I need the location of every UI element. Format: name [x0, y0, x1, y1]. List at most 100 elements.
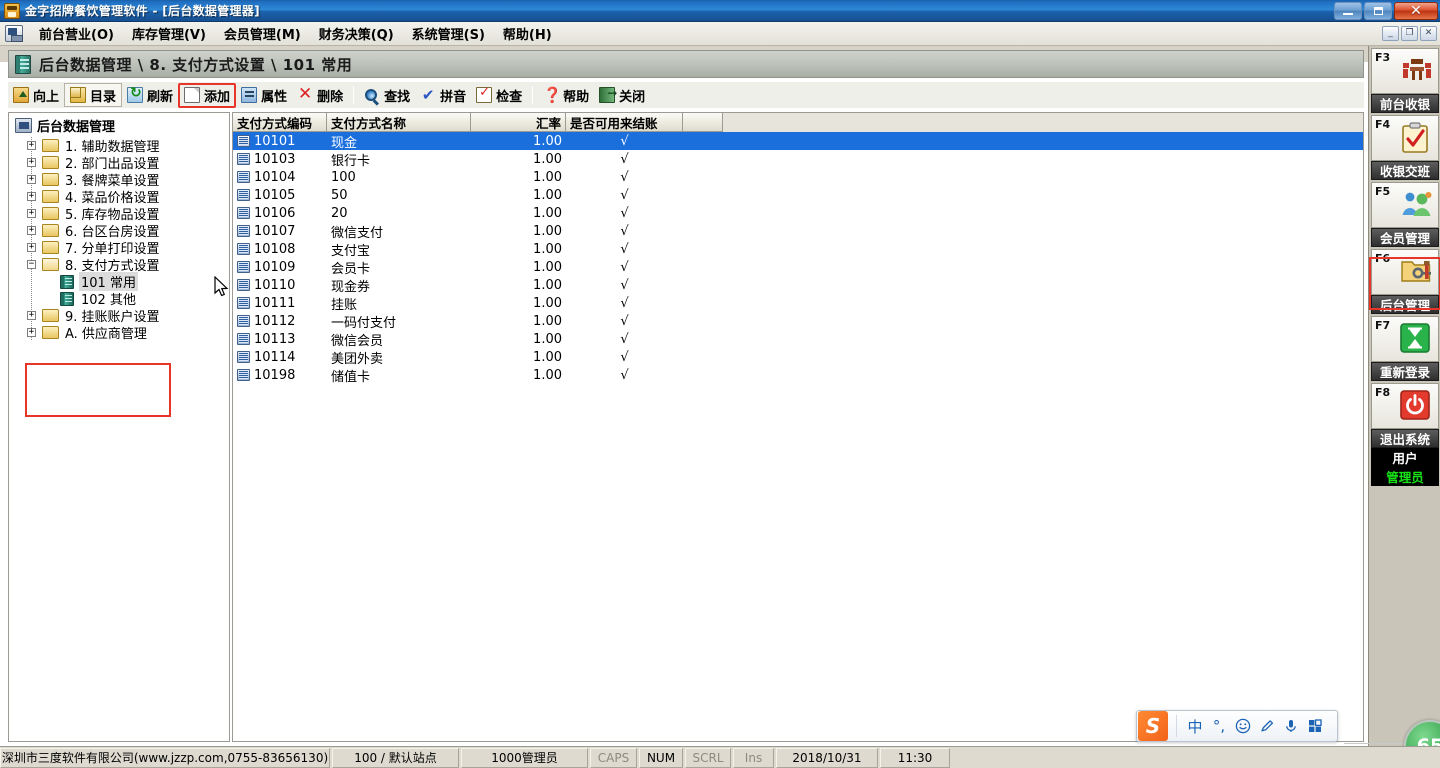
- function-button-f3[interactable]: F3: [1371, 48, 1439, 94]
- toolbar-button-up[interactable]: 向上: [8, 83, 64, 107]
- emoji-icon[interactable]: [1231, 713, 1255, 739]
- toolbar-button-refresh[interactable]: 刷新: [122, 83, 178, 107]
- tree-node-7[interactable]: −8. 支付方式设置: [9, 256, 229, 274]
- table-row[interactable]: 10114 美团外卖 1.00 √: [233, 348, 1363, 367]
- toolbar-button-add[interactable]: 添加: [178, 82, 237, 108]
- menu-item-membership[interactable]: 会员管理(M): [215, 22, 310, 45]
- expand-icon[interactable]: +: [27, 243, 36, 252]
- function-button-f8[interactable]: F8: [1371, 383, 1439, 429]
- tree-root-node[interactable]: 后台数据管理: [9, 113, 229, 137]
- list-column-header-4[interactable]: [683, 113, 723, 132]
- function-button-f6[interactable]: F6: [1371, 249, 1439, 295]
- table-row[interactable]: 10198 储值卡 1.00 √: [233, 366, 1363, 385]
- tree-node-0[interactable]: +1. 辅助数据管理: [9, 137, 229, 155]
- list-header-row: 支付方式编码 支付方式名称 汇率 是否可用来结账: [233, 113, 1363, 132]
- tree-node-11[interactable]: + A. 供应商管理: [9, 324, 229, 342]
- close-button[interactable]: ✕: [1394, 1, 1438, 20]
- table-row[interactable]: 10109 会员卡 1.00 √: [233, 258, 1363, 277]
- payment-method-list-pane[interactable]: 支付方式编码 支付方式名称 汇率 是否可用来结账 10101 现金 1.00 √ 10103 银…: [232, 112, 1364, 742]
- mdi-system-icon[interactable]: [5, 25, 23, 42]
- tree-node-2[interactable]: +3. 餐牌菜单设置: [9, 171, 229, 189]
- microphone-icon[interactable]: [1279, 713, 1303, 739]
- tree-node-4[interactable]: +5. 库存物品设置: [9, 205, 229, 223]
- table-row[interactable]: 10110 现金券 1.00 √: [233, 276, 1363, 295]
- function-label-f8[interactable]: 退出系统: [1371, 429, 1439, 448]
- function-label-f5[interactable]: 会员管理: [1371, 228, 1439, 247]
- function-label-f6[interactable]: 后台管理: [1371, 295, 1439, 314]
- punctuation-icon[interactable]: °,: [1207, 713, 1231, 739]
- toolbar-button-check[interactable]: 检查: [471, 83, 527, 107]
- navigation-tree-pane[interactable]: 后台数据管理 +1. 辅助数据管理 +2. 部门出品设置 +3. 餐牌菜单设置 +4.…: [8, 112, 230, 742]
- expand-icon[interactable]: +: [27, 192, 36, 201]
- function-button-f5[interactable]: F5: [1371, 182, 1439, 228]
- toolbar-button-close[interactable]: 关闭: [594, 83, 650, 107]
- toolbar-button-pinyin[interactable]: ✔ 拼音: [415, 83, 471, 107]
- toolbar-button-properties[interactable]: 属性: [236, 83, 292, 107]
- cell-payment-name: 100: [331, 169, 356, 185]
- table-row[interactable]: 10104 100 1.00 √: [233, 168, 1363, 186]
- tree-node-9[interactable]: 102 其他: [9, 290, 229, 308]
- table-row[interactable]: 10107 微信支付 1.00 √: [233, 222, 1363, 241]
- table-row[interactable]: 10106 20 1.00 √: [233, 204, 1363, 222]
- expand-icon[interactable]: +: [27, 141, 36, 150]
- tree-node-8[interactable]: 101 常用: [9, 272, 229, 291]
- table-row[interactable]: 10113 微信会员 1.00 √: [233, 330, 1363, 349]
- tree-node-1[interactable]: +2. 部门出品设置: [9, 154, 229, 172]
- cell-usable-checkmark: √: [620, 187, 629, 203]
- function-button-f7[interactable]: F7: [1371, 316, 1439, 362]
- expand-icon[interactable]: +: [27, 311, 36, 320]
- list-column-header-2[interactable]: 汇率: [471, 113, 566, 132]
- function-label-f4[interactable]: 收银交班: [1371, 161, 1439, 180]
- cell-payment-name: 微信支付: [331, 225, 384, 241]
- list-column-header-1[interactable]: 支付方式名称: [327, 113, 471, 132]
- menu-item-front-desk[interactable]: 前台营业(O): [30, 22, 123, 45]
- maximize-restore-button[interactable]: [1364, 1, 1392, 20]
- menu-item-help[interactable]: 帮助(H): [494, 22, 561, 45]
- expand-icon[interactable]: +: [27, 158, 36, 167]
- window-controls: ✕: [1332, 1, 1438, 20]
- menu-item-system[interactable]: 系统管理(S): [403, 22, 494, 45]
- table-row[interactable]: 10111 挂账 1.00 √: [233, 294, 1363, 313]
- cell-payment-code: 10112: [254, 313, 296, 329]
- menu-item-inventory[interactable]: 库存管理(V): [123, 22, 215, 45]
- mdi-restore-button[interactable]: ❐: [1401, 26, 1418, 41]
- expand-icon[interactable]: +: [27, 226, 36, 235]
- expand-icon[interactable]: +: [27, 328, 36, 337]
- main-toolbar: 向上 目录 刷新 添加 属性 ✕ 删除 查找 ✔ 拼音: [8, 82, 1364, 108]
- cell-usable-checkmark: √: [620, 133, 629, 149]
- pencil-icon[interactable]: [1255, 713, 1279, 739]
- list-column-header-3[interactable]: 是否可用来结账: [566, 113, 683, 132]
- minimize-button[interactable]: [1334, 1, 1362, 20]
- table-row[interactable]: 10103 银行卡 1.00 √: [233, 150, 1363, 169]
- toolbar-button-directory[interactable]: 目录: [64, 83, 123, 107]
- toolbar-button-delete[interactable]: ✕ 删除: [292, 83, 348, 107]
- tree-node-5[interactable]: +6. 台区台房设置: [9, 222, 229, 240]
- app-grid-icon[interactable]: [1303, 713, 1327, 739]
- function-label-f3[interactable]: 前台收银: [1371, 94, 1439, 113]
- cell-payment-code: 10114: [254, 349, 296, 365]
- cell-payment-code: 10198: [254, 367, 296, 383]
- table-row[interactable]: 10101 现金 1.00 √: [233, 132, 1363, 151]
- sogou-logo-icon[interactable]: S: [1138, 711, 1168, 741]
- toolbar-button-help[interactable]: ❓ 帮助: [538, 83, 594, 107]
- menu-item-finance[interactable]: 财务决策(Q): [310, 22, 403, 45]
- list-column-header-0[interactable]: 支付方式编码: [233, 113, 327, 132]
- mdi-minimize-button[interactable]: _: [1382, 26, 1399, 41]
- expand-icon[interactable]: +: [27, 209, 36, 218]
- tree-node-3[interactable]: +4. 菜品价格设置: [9, 188, 229, 206]
- sogou-ime-toolbar[interactable]: S 中 °,: [1136, 710, 1338, 742]
- table-row[interactable]: 10105 50 1.00 √: [233, 186, 1363, 204]
- toolbar-button-find[interactable]: 查找: [359, 83, 415, 107]
- tree-node-6[interactable]: +7. 分单打印设置: [9, 239, 229, 257]
- mdi-close-button[interactable]: ✕: [1420, 26, 1437, 41]
- collapse-icon[interactable]: −: [27, 260, 36, 269]
- expand-icon[interactable]: +: [27, 175, 36, 184]
- function-label-f7[interactable]: 重新登录: [1371, 362, 1439, 381]
- table-row[interactable]: 10112 一码付支付 1.00 √: [233, 312, 1363, 331]
- cell-payment-name: 美团外卖: [331, 351, 384, 367]
- table-row[interactable]: 10108 支付宝 1.00 √: [233, 240, 1363, 259]
- function-button-f4[interactable]: F4: [1371, 115, 1439, 161]
- tree-node-10[interactable]: +9. 挂账账户设置: [9, 307, 229, 325]
- function-key-label: F6: [1375, 252, 1391, 265]
- chinese-mode-icon[interactable]: 中: [1183, 713, 1207, 739]
